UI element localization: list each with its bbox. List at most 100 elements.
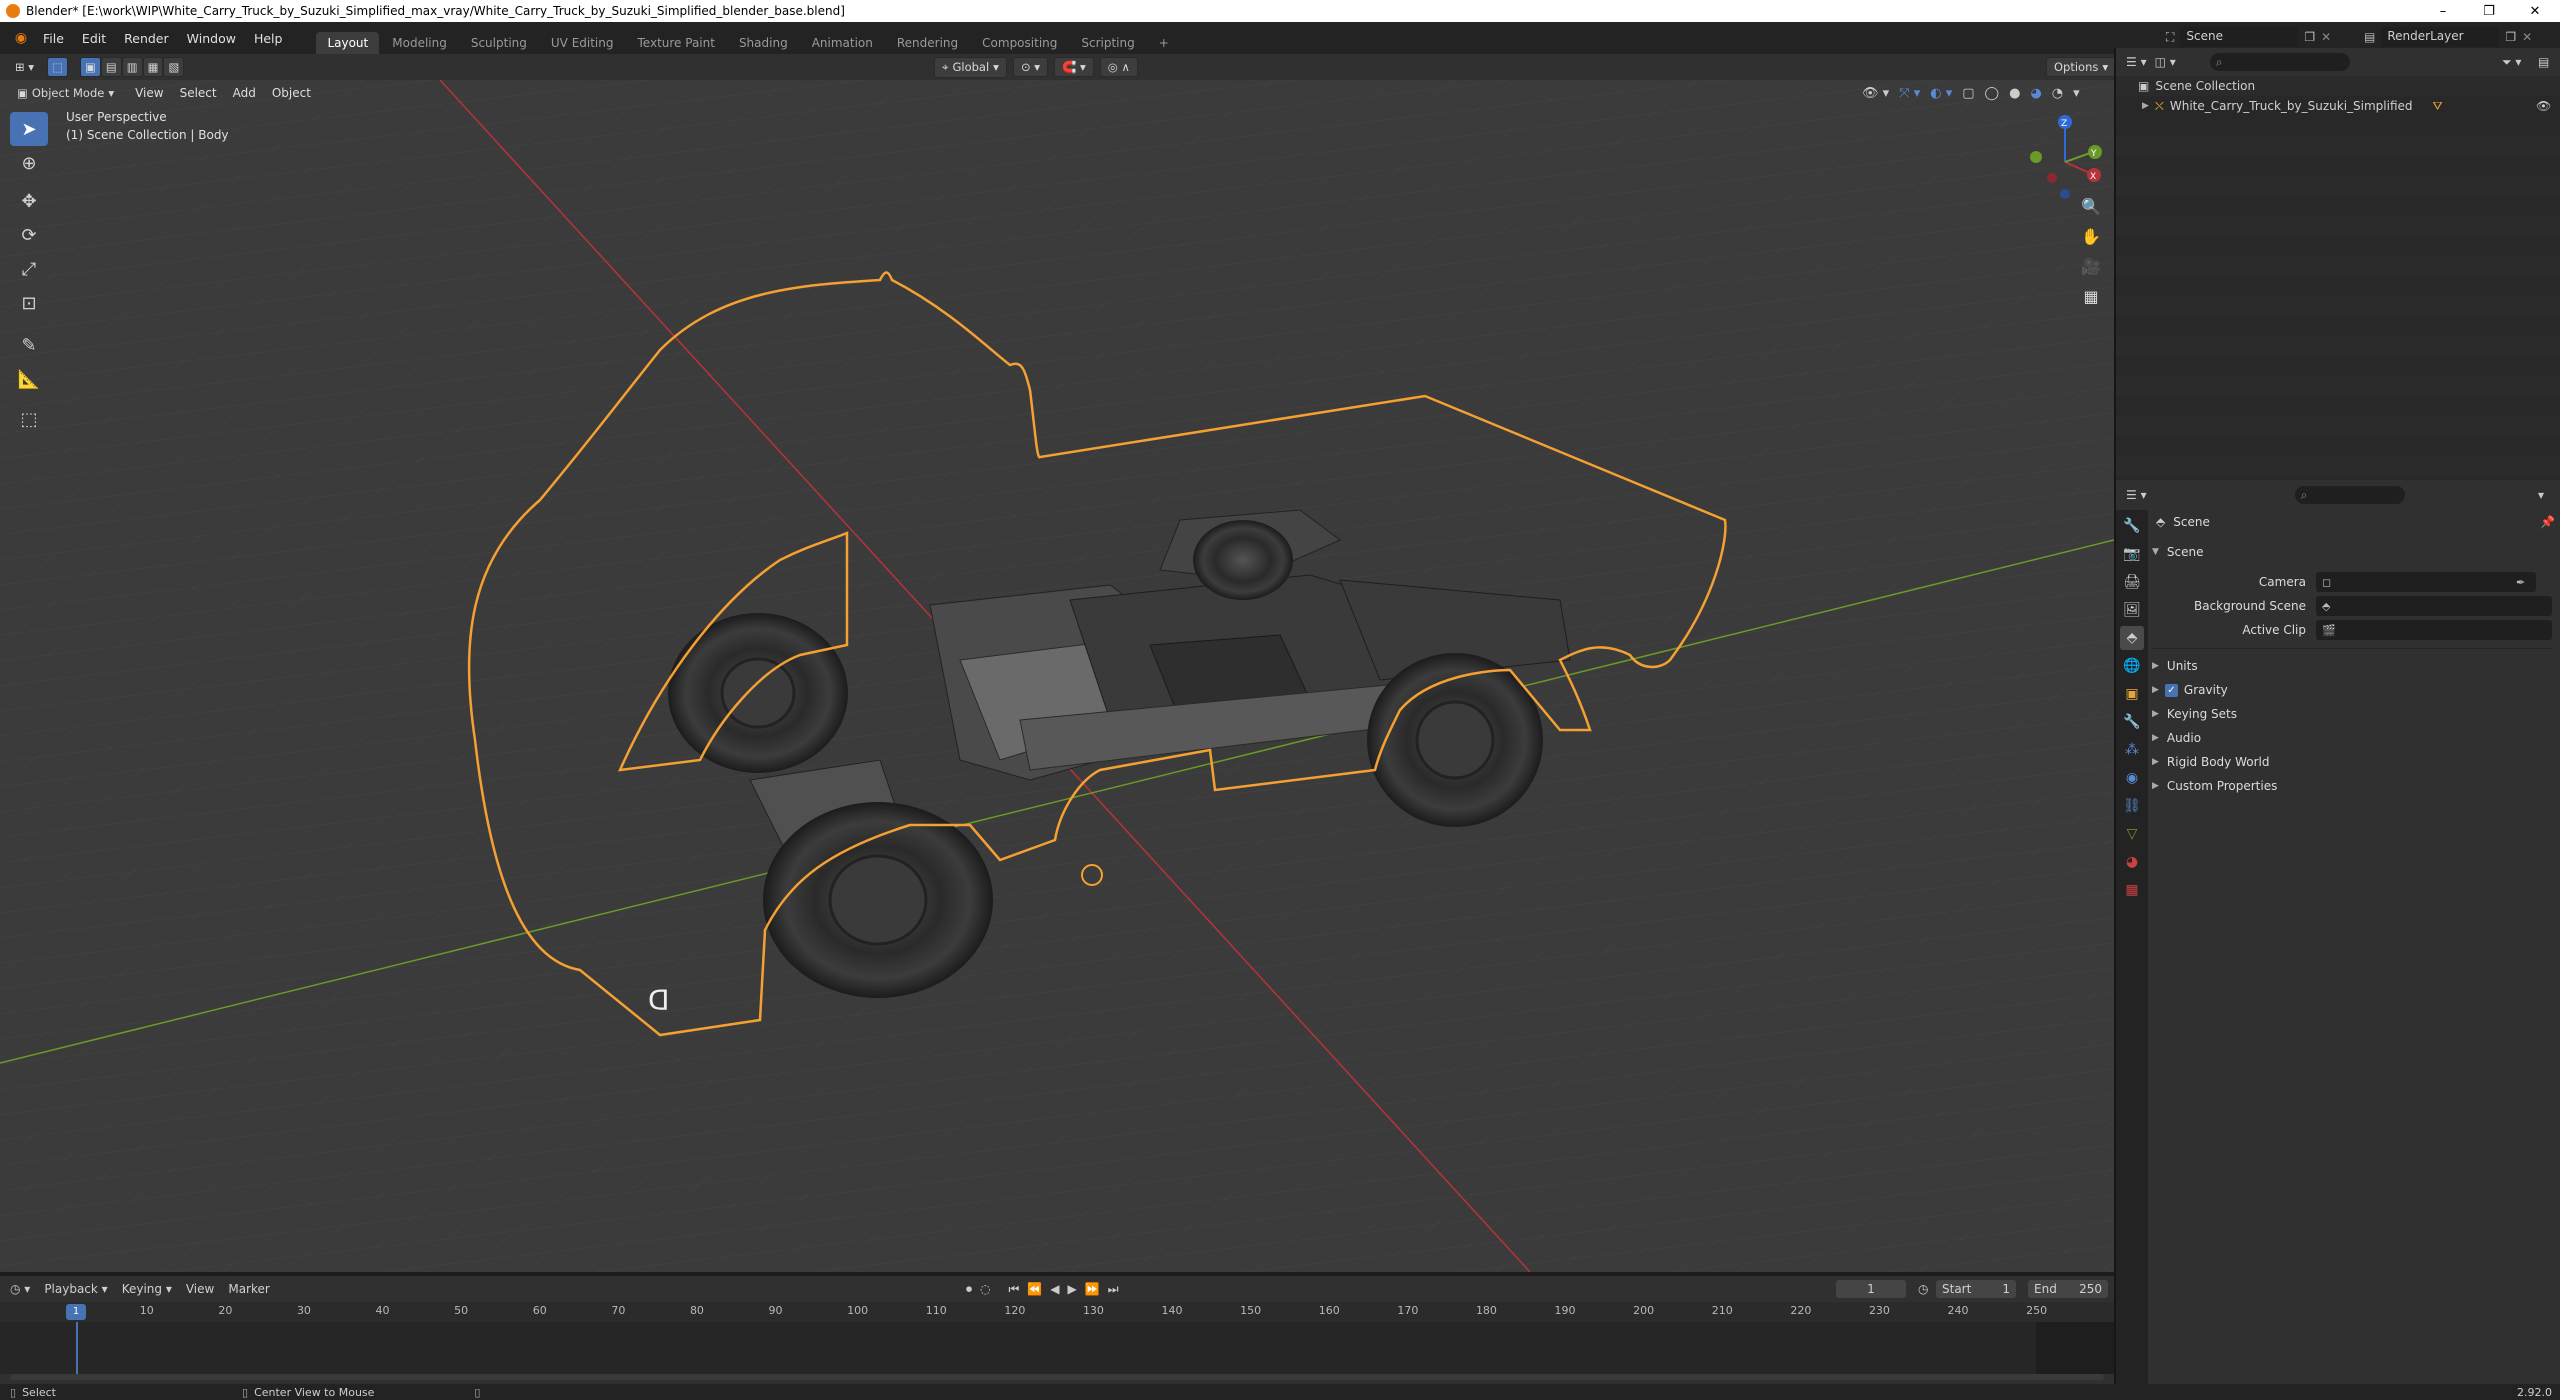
move-tool[interactable]: ✥ (10, 184, 48, 218)
select-mode-new-icon[interactable]: ▣ (79, 57, 101, 77)
audio-panel-header[interactable]: ▶ Audio (2152, 726, 2552, 750)
end-frame-field[interactable]: End 250 (2028, 1280, 2108, 1298)
viewport-menu-view[interactable]: View (135, 86, 163, 100)
constraints-tab-icon[interactable]: ⛓ (2120, 794, 2144, 818)
select-mode-extend-icon[interactable]: ▤ (100, 57, 122, 77)
menu-edit[interactable]: Edit (73, 31, 115, 46)
annotate-tool[interactable]: ✎ (10, 328, 48, 362)
play-reverse-icon[interactable]: ◀ (1050, 1282, 1059, 1297)
maximize-button[interactable]: ❐ (2466, 0, 2512, 22)
scene-panel-header[interactable]: ▼ Scene (2152, 540, 2552, 564)
tab-rendering[interactable]: Rendering (886, 32, 969, 54)
menu-help[interactable]: Help (245, 31, 292, 46)
timeline-scrollbar[interactable] (10, 1374, 2104, 1380)
menu-window[interactable]: Window (178, 31, 245, 46)
outliner-row-object[interactable]: ▶ ⛌ White_Carry_Truck_by_Suzuki_Simplifi… (2116, 96, 2560, 116)
rendered-shading-icon[interactable]: ◔ (2052, 86, 2063, 101)
rear-left-wheel[interactable] (1193, 520, 1293, 600)
toggle-perspective-icon[interactable]: ▦ (2077, 282, 2105, 310)
select-mode-intersect-icon[interactable]: ▧ (163, 57, 185, 77)
units-panel-header[interactable]: ▶ Units (2152, 654, 2552, 678)
new-scene-icon[interactable]: ❐ (2304, 30, 2315, 44)
menu-file[interactable]: File (34, 31, 73, 46)
filter-icon[interactable]: ⏷ ▾ (2502, 55, 2521, 70)
keying-menu[interactable]: Keying ▾ (122, 1282, 172, 1296)
close-button[interactable]: ✕ (2512, 0, 2558, 22)
wireframe-shading-icon[interactable]: ◯ (1985, 86, 2000, 101)
render-tab-icon[interactable]: 📷 (2120, 542, 2144, 566)
select-mode-subtract-icon[interactable]: ▥ (121, 57, 143, 77)
material-shading-icon[interactable]: ◕ (2030, 86, 2041, 101)
frame-ruler[interactable]: 1102030405060708090100110120130140150160… (0, 1302, 2114, 1322)
gravity-panel-header[interactable]: ▶ ✓ Gravity (2152, 678, 2552, 702)
blender-menu-icon[interactable]: ◉ (8, 28, 34, 48)
background-scene-field[interactable]: ⬘ (2316, 596, 2552, 616)
tab-sculpting[interactable]: Sculpting (460, 32, 538, 54)
pivot-point-dropdown[interactable]: ⊙ ▾ (1012, 57, 1049, 77)
snap-toggle[interactable]: 🧲 ▾ (1054, 57, 1094, 77)
data-tab-icon[interactable]: ▽ (2120, 822, 2144, 846)
options-dropdown[interactable]: Options ▾ (2046, 57, 2117, 77)
eyedropper-icon[interactable]: ✒ (2516, 576, 2525, 589)
select-mode-invert-icon[interactable]: ▦ (142, 57, 164, 77)
properties-options-icon[interactable]: ▾ (2538, 488, 2544, 502)
new-view-layer-icon[interactable]: ❐ (2505, 30, 2516, 44)
cursor-tool[interactable]: ⊕ (10, 146, 48, 180)
view-layer-tab-icon[interactable]: 🖼 (2120, 598, 2144, 622)
zoom-view-icon[interactable]: 🔍 (2077, 192, 2105, 220)
tab-animation[interactable]: Animation (801, 32, 884, 54)
solid-shading-icon[interactable]: ● (2009, 86, 2020, 101)
auto-keying-icon[interactable]: ◌ (980, 1282, 990, 1297)
viewport-gizmos-icon[interactable]: ⤧ ▾ (1899, 86, 1920, 101)
custom-properties-panel-header[interactable]: ▶ Custom Properties (2152, 774, 2552, 798)
playback-menu[interactable]: Playback ▾ (44, 1282, 107, 1296)
keying-sets-panel-header[interactable]: ▶ Keying Sets (2152, 702, 2552, 726)
texture-tab-icon[interactable]: ▦ (2120, 878, 2144, 902)
active-clip-field[interactable]: 🎬 (2316, 620, 2552, 640)
camera-view-icon[interactable]: 🎥 (2077, 252, 2105, 280)
outliner-editor-type-icon[interactable]: ☰ ▾ (2126, 55, 2147, 69)
jump-end-icon[interactable]: ⏭ (1108, 1282, 1119, 1297)
minimize-button[interactable]: – (2420, 0, 2466, 22)
timeline-view-menu[interactable]: View (186, 1282, 214, 1296)
outliner-row-scene-collection[interactable]: ▣ Scene Collection (2116, 76, 2560, 96)
timeline-editor-type-icon[interactable]: ◷ ▾ (10, 1282, 30, 1296)
current-frame-field[interactable]: 1 (1836, 1280, 1906, 1298)
transform-tool[interactable]: ⊡ (10, 286, 48, 320)
output-tab-icon[interactable]: 🖨 (2120, 570, 2144, 594)
view-layer-selector[interactable]: ▤ RenderLayer ❐ ✕ (2364, 27, 2532, 47)
start-frame-field[interactable]: Start 1 (1936, 1280, 2016, 1298)
viewport-menu-select[interactable]: Select (180, 86, 217, 100)
play-icon[interactable]: ▶ (1068, 1282, 1077, 1297)
xray-toggle-icon[interactable]: ▢ (1962, 86, 1974, 101)
front-right-wheel[interactable] (763, 802, 993, 998)
physics-tab-icon[interactable]: ◉ (2120, 766, 2144, 790)
select-box-tool[interactable]: ➤ (10, 112, 48, 146)
jump-start-icon[interactable]: ⏮ (1009, 1282, 1020, 1297)
proportional-editing-toggle[interactable]: ◎ ∧ (1099, 57, 1138, 77)
tab-compositing[interactable]: Compositing (971, 32, 1068, 54)
new-collection-icon[interactable]: ▤ (2538, 55, 2549, 69)
visibility-eye-icon[interactable]: 👁 (2536, 99, 2551, 113)
overlays-icon[interactable]: ◐ ▾ (1930, 86, 1952, 101)
rotate-tool[interactable]: ⟳ (10, 218, 48, 252)
properties-editor-type-icon[interactable]: ☰ ▾ (2126, 488, 2147, 502)
transform-orientation-dropdown[interactable]: ⌖ Global ▾ (934, 56, 1007, 78)
outliner-search-input[interactable]: ⌕ (2209, 53, 2350, 71)
delete-view-layer-icon[interactable]: ✕ (2522, 30, 2532, 44)
menu-render[interactable]: Render (115, 31, 178, 46)
tab-uv-editing[interactable]: UV Editing (540, 32, 625, 54)
display-mode-icon[interactable]: ◫ ▾ (2155, 55, 2176, 69)
marker-menu[interactable]: Marker (228, 1282, 269, 1296)
scene-selector[interactable]: ⛶ Scene ❐ ✕ (2166, 27, 2331, 47)
add-cube-tool[interactable]: ⬚ (10, 402, 48, 436)
front-left-wheel[interactable] (668, 613, 848, 773)
expand-arrow-icon[interactable]: ▶ (2142, 101, 2149, 111)
camera-field[interactable]: ◻ ✒ (2316, 572, 2536, 592)
scale-tool[interactable]: ⤢ (10, 252, 48, 286)
object-mode-dropdown[interactable]: ▣ Object Mode ▾ (10, 84, 121, 102)
tool-tab-icon[interactable]: 🔧 (2120, 514, 2144, 538)
measure-tool[interactable]: 📐 (10, 362, 48, 396)
tab-modeling[interactable]: Modeling (381, 32, 458, 54)
scene-name-field[interactable]: Scene (2180, 27, 2299, 47)
